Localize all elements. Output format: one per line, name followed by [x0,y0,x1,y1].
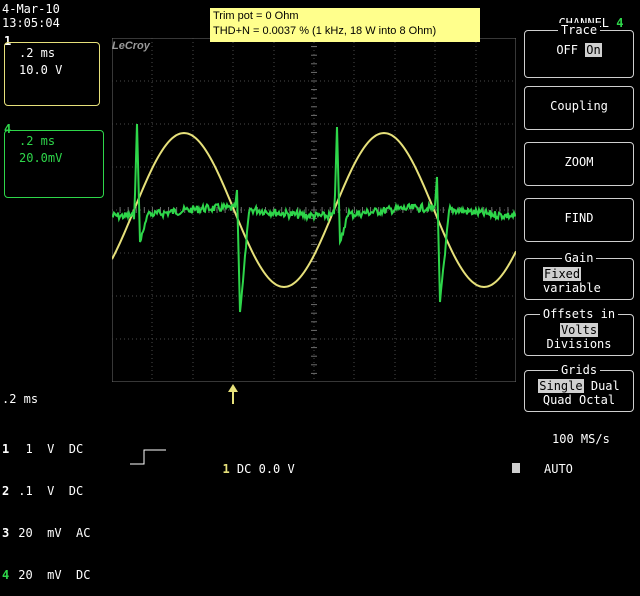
timebase-readout: .2 ms [2,392,39,406]
coupling-button[interactable]: Coupling [524,86,634,130]
acquisition-status-icon [512,463,520,473]
grids-button[interactable]: Grids Single Dual Quad Octal [524,363,634,412]
zoom-button[interactable]: ZOOM [524,142,634,186]
annotation-line-2: THD+N = 0.0037 % (1 kHz, 18 W into 8 Ohm… [213,25,437,37]
channel-1-volts: 10.0 V [19,63,63,77]
trace-button[interactable]: Trace OFF On [524,23,634,78]
time-label: 13:05:04 [2,16,60,30]
gain-button[interactable]: Gain Fixed variable [524,251,634,300]
trigger-arrow-icon [228,384,238,404]
trigger-mode: AUTO [544,462,573,476]
channel-settings-list: 1 1 V DC 2 .1 V DC 3 20 mV AC 4 20 mV DC [2,414,90,596]
annotation-box: Trim pot = 0 Ohm THD+N = 0.0037 % (1 kHz… [210,8,480,42]
channel-setting-row: 1 1 V DC [2,442,84,456]
channel-setting-row: 3 20 mV AC [2,526,91,540]
trigger-readout: 1 DC 0.0 V [222,462,295,476]
channel-4-volts: 20.0mV [19,151,63,165]
waveform-display[interactable] [112,38,516,382]
find-button[interactable]: FIND [524,198,634,242]
annotation-line-1: Trim pot = 0 Ohm [213,10,299,22]
brand-logo: LeCroy [112,40,150,52]
trigger-edge-icon [130,449,166,465]
sample-rate: 100 MS/s [552,432,610,446]
offsets-button[interactable]: Offsets in Volts Divisions [524,307,634,356]
channel-setting-row: 4 20 mV DC [2,568,91,582]
channel-4-box[interactable]: .2 ms 20.0mV [4,130,104,198]
channel-1-box[interactable]: .2 ms 10.0 V [4,42,100,106]
channel-1-timebase: .2 ms [19,46,56,60]
channel-4-timebase: .2 ms [19,134,56,148]
channel-4-trace [112,123,516,313]
channel-setting-row: 2 .1 V DC [2,484,84,498]
date-label: 4-Mar-10 [2,2,60,16]
